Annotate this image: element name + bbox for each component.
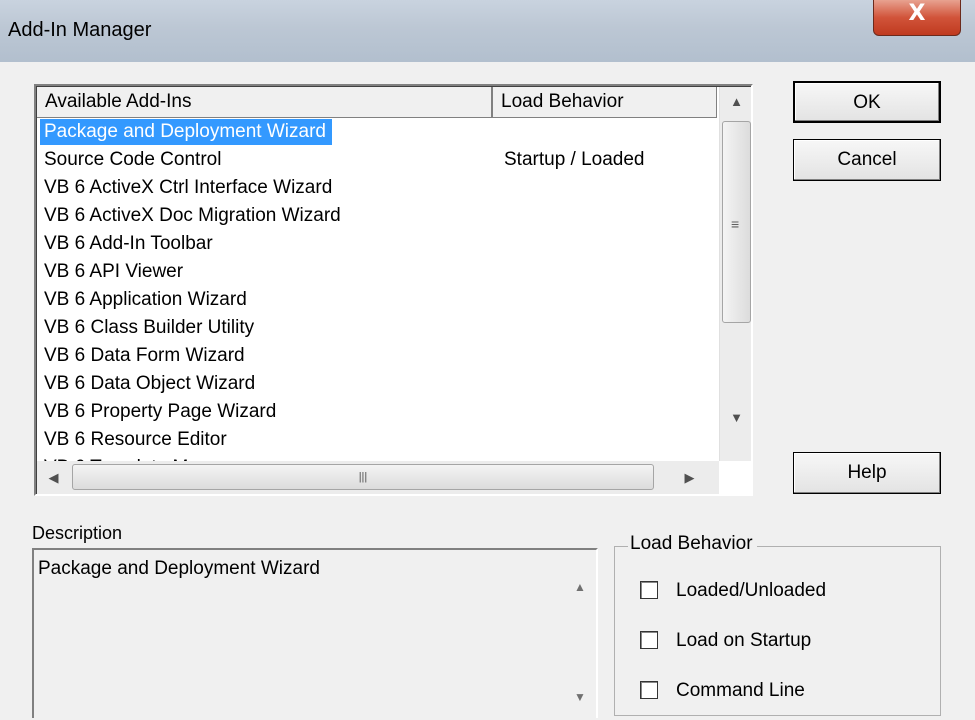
list-item[interactable]: VB 6 Add-In Toolbar — [37, 231, 717, 259]
scroll-up-icon[interactable]: ▲ — [564, 580, 596, 594]
scroll-left-icon[interactable]: ◀ — [37, 463, 70, 493]
list-item[interactable]: Source Code Control Startup / Loaded — [37, 147, 717, 175]
close-icon: X — [908, 1, 926, 26]
help-button[interactable]: Help — [793, 452, 941, 494]
window-title: Add-In Manager — [8, 19, 152, 41]
column-header-load-behavior[interactable]: Load Behavior — [493, 87, 717, 118]
list-item[interactable]: VB 6 ActiveX Doc Migration Wizard — [37, 203, 717, 231]
dialog-client: Available Add-Ins Load Behavior Package … — [0, 62, 975, 718]
list-item[interactable]: VB 6 ActiveX Ctrl Interface Wizard — [37, 175, 717, 203]
scroll-down-icon[interactable]: ▼ — [720, 403, 751, 433]
list-item[interactable]: VB 6 Data Object Wizard — [37, 371, 717, 399]
cancel-button[interactable]: Cancel — [793, 139, 941, 181]
list-vertical-scrollbar[interactable]: ▲ ≡ ▼ — [719, 87, 751, 461]
checkbox-label: Command Line — [676, 680, 805, 701]
list-item[interactable]: VB 6 Resource Editor — [37, 427, 717, 455]
list-item[interactable]: Package and Deployment Wizard — [37, 119, 717, 147]
vertical-scroll-thumb[interactable]: ≡ — [722, 121, 751, 323]
list-item[interactable]: VB 6 API Viewer — [37, 259, 717, 287]
description-label: Description — [32, 523, 123, 543]
load-behavior-label: Load Behavior — [628, 533, 757, 555]
list-item[interactable]: VB 6 Class Builder Utility — [37, 315, 717, 343]
checkbox-box[interactable] — [640, 681, 658, 699]
list-item[interactable]: VB 6 Application Wizard — [37, 287, 717, 315]
column-header-available-add-ins[interactable]: Available Add-Ins — [37, 87, 493, 118]
scroll-up-icon[interactable]: ▲ — [720, 87, 751, 117]
list-item[interactable]: VB 6 Property Page Wizard — [37, 399, 717, 427]
title-bar: Add-In Manager X — [0, 0, 975, 62]
scroll-right-icon[interactable]: ▶ — [673, 463, 706, 493]
checkbox-box[interactable] — [640, 631, 658, 649]
list-horizontal-scrollbar[interactable]: ◀ ||| ▶ — [37, 461, 719, 494]
scroll-down-icon[interactable]: ▼ — [564, 690, 596, 704]
description-text: Package and Deployment Wizard — [38, 558, 320, 579]
add-ins-list[interactable]: Available Add-Ins Load Behavior Package … — [34, 84, 753, 496]
checkbox-box[interactable] — [640, 581, 658, 599]
ok-button[interactable]: OK — [793, 81, 941, 123]
checkbox-label: Loaded/Unloaded — [676, 580, 827, 601]
close-button[interactable]: X — [873, 0, 961, 36]
description-box[interactable]: Package and Deployment Wizard ▲ ▼ — [32, 548, 598, 718]
horizontal-scroll-thumb[interactable]: ||| — [72, 464, 654, 490]
list-item[interactable]: VB 6 Data Form Wizard — [37, 343, 717, 371]
description-scrollbar[interactable]: ▲ ▼ — [564, 550, 596, 720]
checkbox-label: Load on Startup — [676, 630, 812, 651]
add-ins-rows: Package and Deployment Wizard Source Cod… — [37, 119, 717, 483]
